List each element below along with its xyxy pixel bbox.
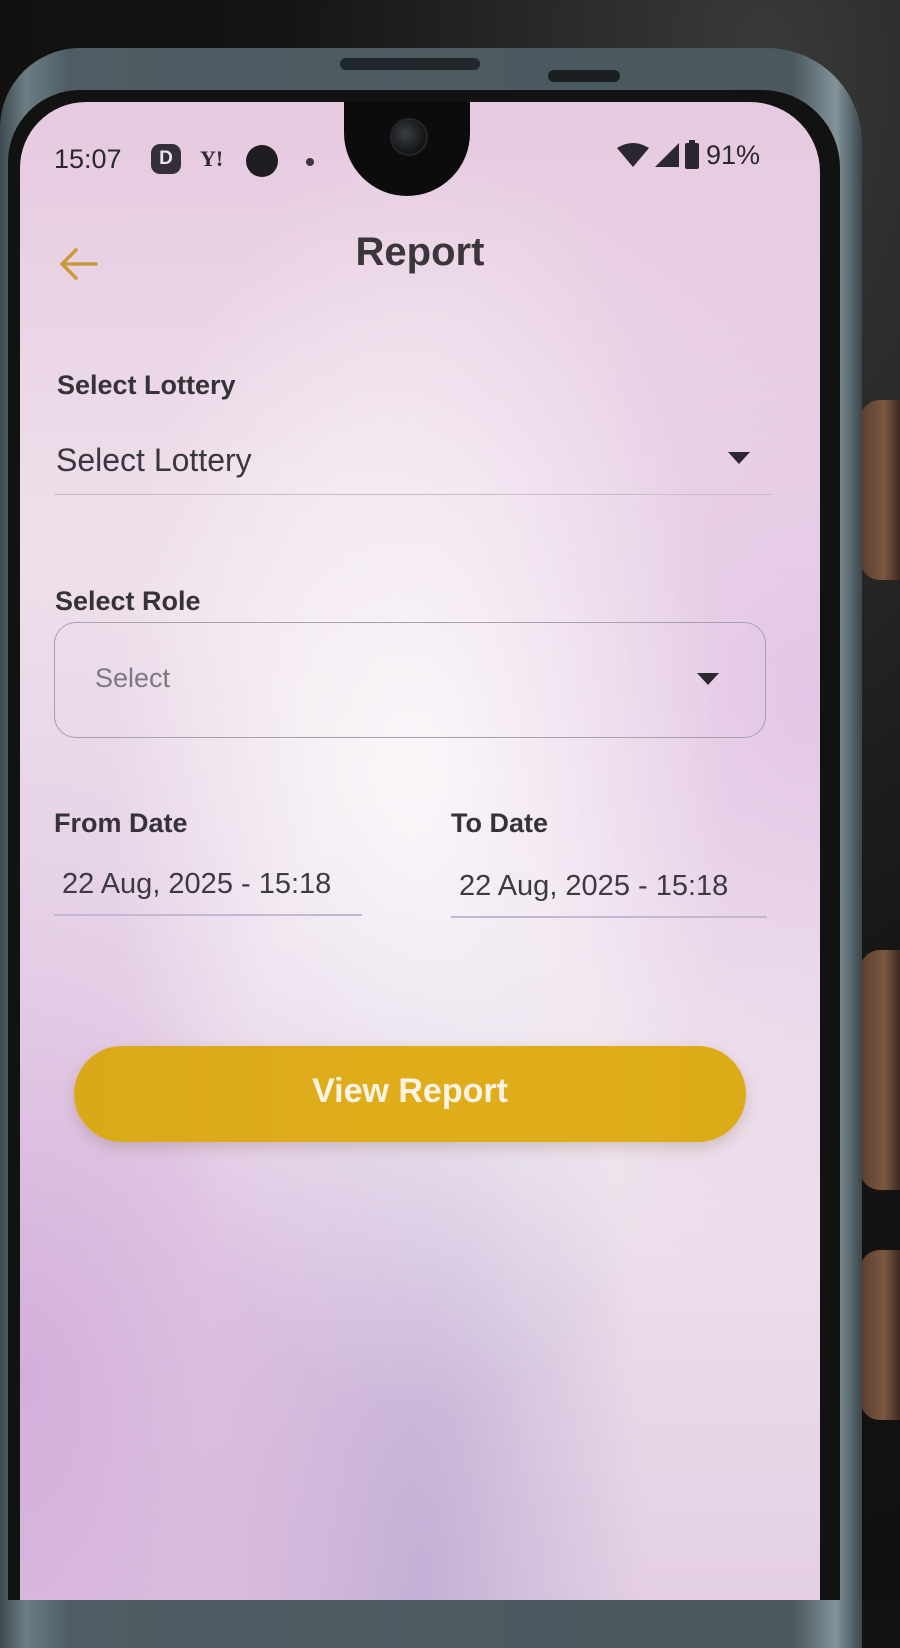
camera-notch [344, 102, 470, 196]
d-app-icon: D [151, 144, 181, 174]
to-date-value: 22 Aug, 2025 - 15:18 [459, 870, 729, 902]
to-date-label: To Date [451, 808, 549, 838]
phone-top-slot [340, 58, 480, 70]
circle-icon [246, 145, 278, 177]
battery-percent: 91% [706, 139, 761, 170]
battery-icon [685, 140, 699, 169]
finger [860, 400, 900, 580]
lottery-label: Select Lottery [57, 370, 236, 400]
role-placeholder: Select [95, 663, 171, 693]
from-date-value: 22 Aug, 2025 - 15:18 [62, 868, 332, 900]
from-date-field[interactable]: 22 Aug, 2025 - 15:18 [54, 864, 362, 916]
role-dropdown[interactable]: Select [54, 622, 766, 738]
from-date-label: From Date [54, 808, 188, 838]
wifi-icon [617, 143, 649, 167]
dot-icon [306, 158, 314, 166]
lottery-dropdown[interactable]: Select Lottery [54, 432, 772, 495]
earpiece-speaker [548, 70, 620, 82]
finger [860, 950, 900, 1190]
view-report-label: View Report [312, 1072, 508, 1110]
front-camera [390, 118, 428, 156]
chevron-down-icon [728, 452, 750, 464]
cellular-signal-icon [655, 143, 679, 167]
status-right-group: 91% [616, 140, 760, 170]
lottery-selected-value: Select Lottery [56, 442, 252, 478]
to-date-field[interactable]: 22 Aug, 2025 - 15:18 [451, 866, 767, 918]
phone-screen: 15:07 D Y! 91% Report Select Lottery Sel… [20, 102, 820, 1600]
role-label: Select Role [55, 586, 201, 616]
yahoo-icon: Y! [200, 146, 224, 171]
page-title: Report [355, 230, 485, 274]
chevron-down-icon [697, 673, 719, 685]
status-time: 15:07 [54, 144, 122, 174]
finger [860, 1250, 900, 1420]
view-report-button[interactable]: View Report [74, 1046, 746, 1142]
